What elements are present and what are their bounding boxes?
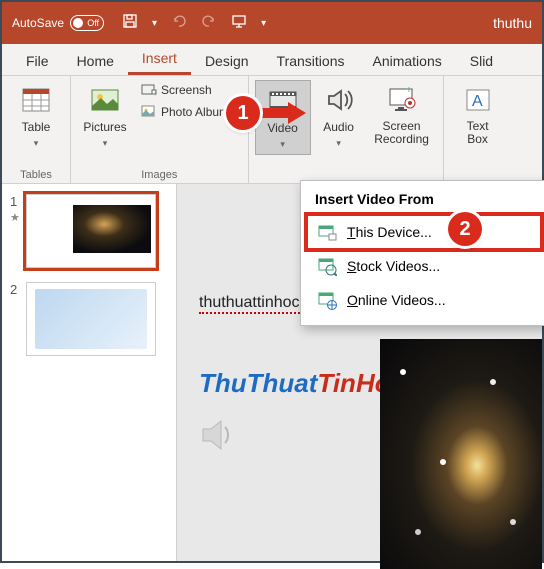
ribbon: Table ▾ Tables Pictures ▾ + Screensh Pho… [2, 76, 542, 184]
tab-animations[interactable]: Animations [358, 47, 455, 75]
menu-item-online-videos[interactable]: Online Videos... [307, 283, 541, 317]
start-slideshow-icon[interactable] [231, 13, 247, 34]
qat-dropdown-icon[interactable]: ▾ [152, 18, 157, 29]
autosave-control[interactable]: AutoSave Off [12, 15, 104, 31]
svg-text:+: + [406, 85, 412, 96]
chevron-down-icon: ▾ [103, 138, 108, 149]
text-box-icon: A [462, 84, 494, 116]
screenshot-icon: + [141, 82, 157, 98]
annotation-callout-1: 1 [226, 96, 260, 130]
pictures-icon [89, 84, 121, 116]
group-media: Video ▾ Audio ▾ + Screen Recording [249, 76, 443, 183]
title-bar: AutoSave Off ▾ ▾ thuthu [2, 2, 542, 44]
tab-insert[interactable]: Insert [128, 44, 191, 75]
menu-item-this-device[interactable]: This Device... [307, 215, 541, 249]
thumbnail-number: 2 [10, 282, 20, 356]
thumbnail-item[interactable]: 2 [10, 282, 168, 356]
chevron-down-icon: ▾ [280, 139, 285, 150]
group-label-tables: Tables [8, 167, 64, 181]
document-title: thuthu [493, 15, 532, 31]
photo-album-icon [141, 104, 157, 120]
svg-text:+: + [153, 91, 157, 98]
annotation-callout-2: 2 [448, 212, 482, 246]
screen-recording-button[interactable]: + Screen Recording [367, 80, 437, 150]
table-button[interactable]: Table ▾ [8, 80, 64, 153]
slide-text[interactable]: thuthuattinhoc [199, 294, 300, 312]
pictures-button[interactable]: Pictures ▾ [77, 80, 133, 153]
screen-recording-icon: + [386, 84, 418, 116]
tab-home[interactable]: Home [63, 47, 128, 75]
table-icon [20, 84, 52, 116]
slide-image-galaxy[interactable] [380, 339, 542, 569]
group-label-images: Images [77, 167, 242, 181]
slide-thumbnail-1[interactable] [26, 194, 156, 268]
chevron-down-icon: ▾ [336, 138, 341, 149]
undo-icon[interactable] [171, 13, 187, 34]
autosave-toggle[interactable]: Off [70, 15, 104, 31]
group-text: A Text Box [443, 76, 512, 183]
slide-thumbnail-2[interactable] [26, 282, 156, 356]
online-video-icon [317, 290, 337, 310]
text-box-button[interactable]: A Text Box [450, 80, 506, 150]
group-tables: Table ▾ Tables [2, 76, 71, 183]
tab-transitions[interactable]: Transitions [263, 47, 359, 75]
animation-star-icon: ★ [10, 211, 20, 224]
autosave-label: AutoSave [12, 16, 64, 30]
dropdown-title: Insert Video From [307, 189, 541, 215]
group-images: Pictures ▾ + Screensh Photo Album ▾ Imag… [71, 76, 249, 183]
stock-video-icon [317, 256, 337, 276]
tab-file[interactable]: File [12, 47, 63, 75]
audio-button[interactable]: Audio ▾ [311, 80, 367, 153]
menu-item-stock-videos[interactable]: Stock Videos... [307, 249, 541, 283]
audio-icon [323, 84, 355, 116]
insert-video-dropdown: Insert Video From This Device... Stock V… [300, 180, 544, 326]
qat-overflow-icon[interactable]: ▾ [261, 18, 266, 29]
save-icon[interactable] [122, 13, 138, 34]
chevron-down-icon: ▾ [34, 138, 39, 149]
thumbnail-item[interactable]: 1 ★ [10, 194, 168, 268]
tab-slideshow[interactable]: Slid [456, 47, 507, 75]
svg-text:A: A [472, 93, 483, 110]
quick-access-toolbar: ▾ ▾ [122, 13, 266, 34]
screenshot-button[interactable]: + Screensh [137, 80, 242, 100]
thumbnail-number: 1 [10, 194, 20, 209]
redo-icon[interactable] [201, 13, 217, 34]
tab-design[interactable]: Design [191, 47, 263, 75]
device-video-icon [317, 222, 337, 242]
slide-thumbnails-panel: 1 ★ 2 [2, 184, 177, 561]
ribbon-tabs: File Home Insert Design Transitions Anim… [2, 44, 542, 76]
